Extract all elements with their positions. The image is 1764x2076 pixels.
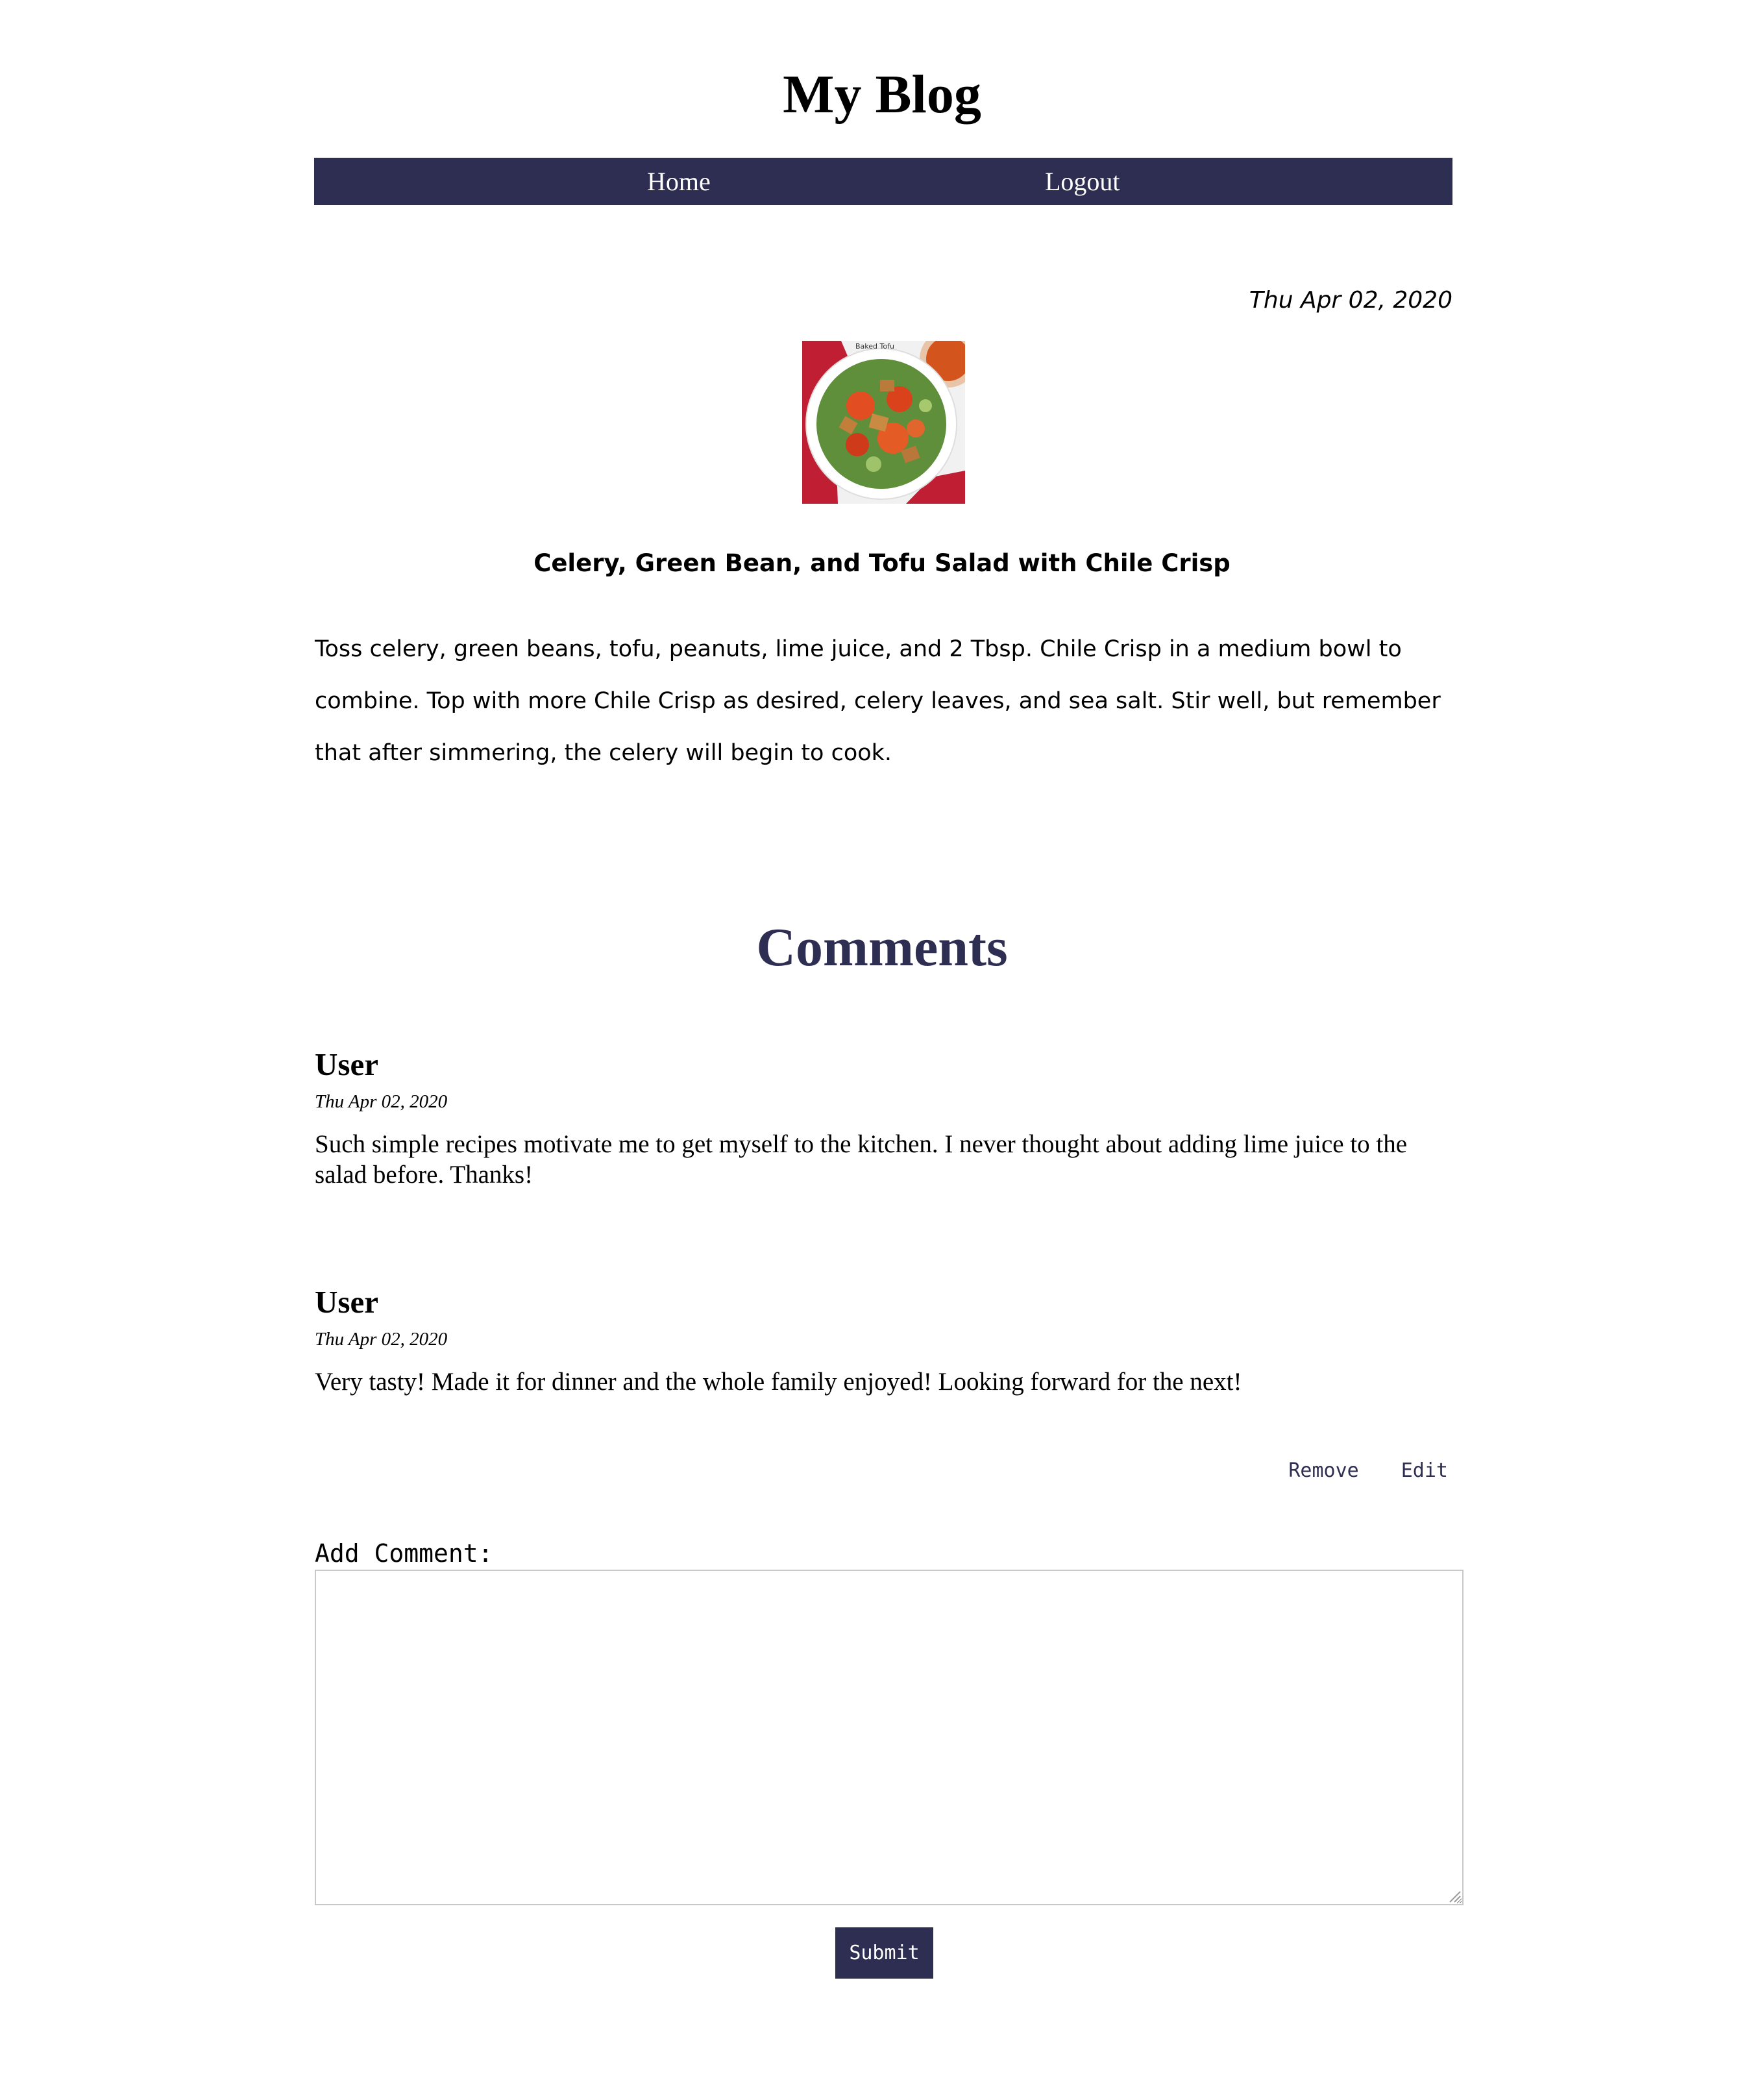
comments-heading: Comments [756,917,1008,978]
nav-logout-link[interactable]: Logout [1045,158,1120,205]
comment-date: Thu Apr 02, 2020 [315,1091,448,1112]
add-comment-label: Add Comment: [315,1539,493,1568]
comment-actions: Remove Edit [1288,1457,1448,1485]
main-navbar: Home Logout [314,158,1452,205]
edit-comment-button[interactable]: Edit [1401,1457,1448,1485]
site-title: My Blog [783,64,981,125]
nav-home-link[interactable]: Home [647,158,711,205]
comment-author: User [315,1284,378,1320]
salad-photo: Baked Tofu [802,341,965,504]
comment-text: Very tasty! Made it for dinner and the w… [315,1368,1242,1396]
resize-grip-icon[interactable] [1447,1889,1462,1903]
post-title: Celery, Green Bean, and Tofu Salad with … [533,549,1231,577]
blog-page: My Blog Home Logout Thu Apr 02, 2020 Bak… [0,0,1764,2076]
post-image: Baked Tofu [802,341,965,504]
submit-button[interactable]: Submit [835,1927,933,1979]
comment-date: Thu Apr 02, 2020 [315,1329,448,1350]
comment-textarea[interactable] [315,1570,1464,1905]
image-caption-text: Baked Tofu [855,342,894,351]
post-body: Toss celery, green beans, tofu, peanuts,… [315,636,1441,766]
remove-comment-button[interactable]: Remove [1288,1457,1358,1485]
comment-item: User Thu Apr 02, 2020 Such simple recipe… [315,1042,1457,1190]
comment-text: Such simple recipes motivate me to get m… [315,1130,1408,1189]
post-date: Thu Apr 02, 2020 [1249,287,1452,314]
comment-author: User [315,1046,378,1082]
comment-item: User Thu Apr 02, 2020 Very tasty! Made i… [315,1279,1457,1397]
